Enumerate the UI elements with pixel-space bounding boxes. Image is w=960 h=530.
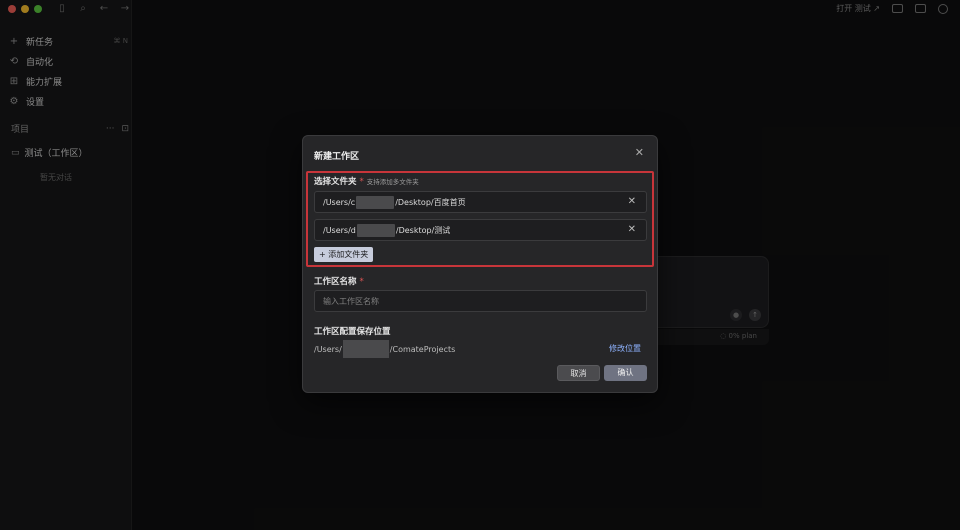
remove-folder-icon[interactable]: ✕ — [628, 224, 636, 235]
folder-path-suffix: /Desktop/测试 — [395, 225, 451, 235]
workspace-name-label: 工作区名称 — [314, 277, 357, 287]
location-label-row: 工作区配置保存位置 — [314, 325, 391, 337]
cancel-button[interactable]: 取消 — [557, 365, 600, 381]
modify-location-link[interactable]: 修改位置 — [609, 343, 641, 354]
confirm-button[interactable]: 确认 — [604, 365, 647, 381]
dialog-title: 新建工作区 — [314, 152, 360, 162]
location-prefix: /Users/ — [314, 344, 342, 354]
new-workspace-dialog: 新建工作区 ✕ 选择文件夹 * 支持添加多文件夹 /Users/c /Deskt… — [302, 135, 658, 393]
location-path: /Users/ /ComateProjects — [314, 340, 455, 358]
folder-path-prefix: /Users/c — [323, 197, 356, 207]
folder-path-field[interactable]: /Users/d /Desktop/测试 ✕ — [314, 219, 647, 241]
workspace-name-input[interactable] — [314, 290, 647, 312]
required-mark: * — [359, 277, 364, 287]
redacted-block — [356, 223, 395, 237]
location-label: 工作区配置保存位置 — [314, 327, 391, 337]
close-icon[interactable]: ✕ — [635, 146, 644, 159]
folder-label: 选择文件夹 — [314, 177, 357, 187]
redacted-block — [356, 195, 395, 209]
folder-path-field[interactable]: /Users/c /Desktop/百度首页 ✕ — [314, 191, 647, 213]
name-label-row: 工作区名称 * — [314, 275, 364, 287]
folder-hint: 支持添加多文件夹 — [366, 178, 419, 186]
remove-folder-icon[interactable]: ✕ — [628, 196, 636, 207]
folder-label-row: 选择文件夹 * 支持添加多文件夹 — [314, 175, 419, 187]
redacted-block — [342, 340, 389, 358]
location-suffix: /ComateProjects — [389, 344, 456, 354]
add-folder-button[interactable]: + 添加文件夹 — [314, 247, 374, 262]
folder-path-prefix: /Users/d — [323, 225, 356, 235]
required-mark: * — [359, 177, 364, 187]
folder-path-suffix: /Desktop/百度首页 — [395, 197, 466, 207]
